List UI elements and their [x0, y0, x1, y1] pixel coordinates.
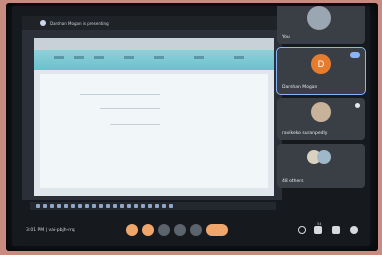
participant-tile-active[interactable]: D Darshan Mogan — [276, 47, 366, 95]
shared-screen — [34, 38, 274, 196]
document-line — [110, 124, 160, 125]
taskbar-app-icon — [99, 204, 103, 208]
taskbar-app-icon — [78, 204, 82, 208]
taskbar-app-icon — [106, 204, 110, 208]
participant-name: Darshan Mogan — [282, 85, 318, 90]
mic-icon — [126, 224, 138, 236]
toolbar-item — [154, 56, 164, 59]
document-line — [100, 108, 160, 109]
taskbar-app-icon — [92, 204, 96, 208]
people-icon[interactable]: 54 — [314, 222, 322, 234]
taskbar-app-icon — [134, 204, 138, 208]
participant-tile-others[interactable]: 48 others — [277, 144, 365, 188]
speaking-indicator-icon — [350, 52, 360, 58]
shared-toolbar — [34, 50, 274, 70]
more-options-button[interactable] — [190, 224, 202, 236]
shared-taskbar — [30, 202, 276, 210]
present-button[interactable] — [174, 224, 186, 236]
taskbar-app-icon — [85, 204, 89, 208]
present-icon — [174, 224, 186, 236]
taskbar-app-icon — [43, 204, 47, 208]
document-line — [80, 94, 160, 95]
participant-name: You — [282, 35, 290, 40]
presentation-header: Darshan Mogan is presenting — [22, 16, 282, 30]
activities-icon[interactable] — [350, 226, 358, 234]
taskbar-app-icon — [113, 204, 117, 208]
avatar: D — [311, 54, 331, 74]
participant-tile[interactable]: ravikeko suranpedly — [277, 98, 365, 140]
meet-window: Darshan Mogan is presenting You D Darsha… — [12, 6, 370, 246]
camera-icon — [142, 224, 154, 236]
toolbar-item — [74, 56, 84, 59]
participant-name: ravikeko suranpedly — [282, 131, 328, 136]
meeting-time-code: 3:01 PM | vai-pbjh-rrq — [26, 228, 75, 233]
taskbar-app-icon — [71, 204, 75, 208]
taskbar-app-icon — [120, 204, 124, 208]
chat-icon[interactable] — [332, 226, 340, 234]
avatar-letter: D — [317, 59, 325, 69]
taskbar-app-icon — [141, 204, 145, 208]
taskbar-app-icon — [50, 204, 54, 208]
end-call-icon — [206, 224, 228, 236]
taskbar-app-icon — [169, 204, 173, 208]
captions-icon — [158, 224, 170, 236]
taskbar-app-icon — [162, 204, 166, 208]
others-count-label: 48 others — [282, 179, 304, 184]
mic-button[interactable] — [126, 224, 138, 236]
taskbar-app-icon — [127, 204, 131, 208]
toolbar-item — [94, 56, 104, 59]
toolbar-item — [234, 56, 244, 59]
taskbar-app-icon — [148, 204, 152, 208]
present-icon — [40, 20, 46, 26]
shared-document — [40, 74, 268, 188]
info-icon[interactable] — [298, 226, 306, 234]
presentation-area: Darshan Mogan is presenting — [22, 16, 282, 210]
mic-off-icon — [355, 103, 360, 108]
presentation-title: Darshan Mogan is presenting — [50, 20, 109, 26]
toolbar-item — [54, 56, 64, 59]
meeting-controls-bar: 3:01 PM | vai-pbjh-rrq 54 — [12, 220, 370, 246]
participant-tile-self[interactable]: You — [277, 6, 365, 44]
taskbar-app-icon — [36, 204, 40, 208]
avatar — [317, 150, 331, 164]
captions-button[interactable] — [158, 224, 170, 236]
more-icon — [190, 224, 202, 236]
taskbar-app-icon — [155, 204, 159, 208]
toolbar-item — [124, 56, 134, 59]
avatar — [311, 102, 331, 122]
taskbar-app-icon — [64, 204, 68, 208]
camera-button[interactable] — [142, 224, 154, 236]
end-call-button[interactable] — [206, 224, 228, 236]
toolbar-item — [194, 56, 204, 59]
avatar — [307, 6, 331, 30]
taskbar-app-icon — [57, 204, 61, 208]
people-count-badge: 54 — [317, 222, 322, 226]
